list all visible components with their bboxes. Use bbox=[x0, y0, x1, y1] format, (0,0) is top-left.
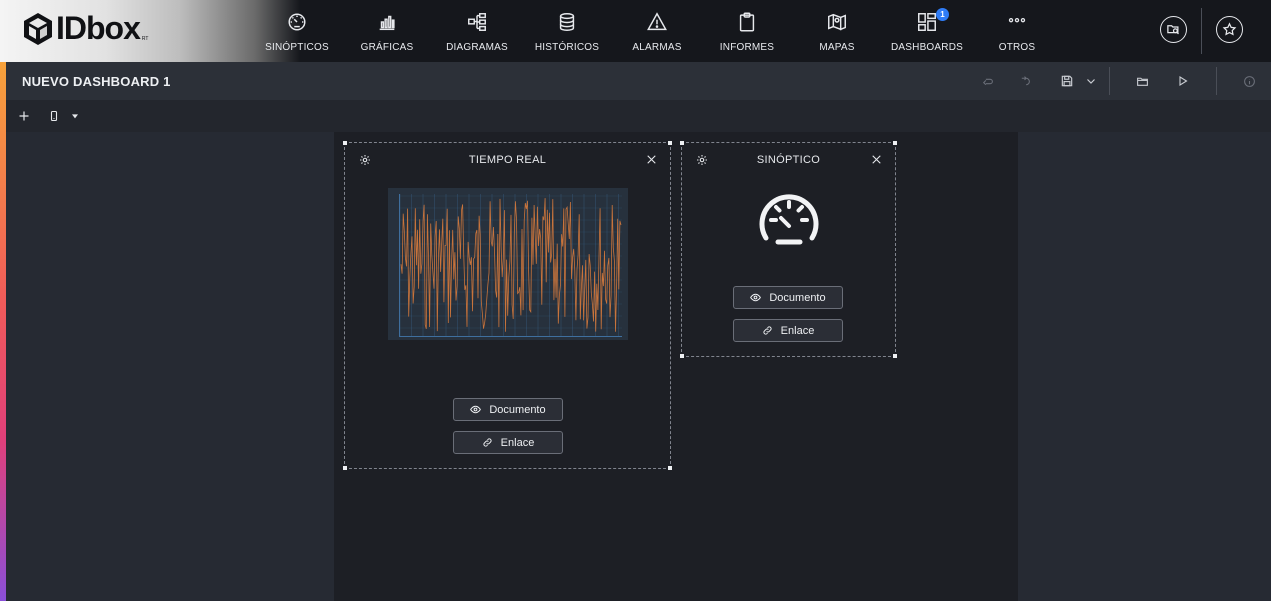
document-button[interactable]: Documento bbox=[453, 398, 563, 421]
nav-label: DASHBOARDS bbox=[890, 42, 963, 53]
widget-title: SINÓPTICO bbox=[756, 154, 821, 166]
open-folder-button[interactable] bbox=[1134, 73, 1150, 89]
widget-realtime[interactable]: TIEMPO REAL Documento Enlace bbox=[343, 141, 672, 470]
search-folder-icon bbox=[1167, 25, 1179, 35]
device-dropdown[interactable] bbox=[67, 108, 83, 124]
save-button[interactable] bbox=[1059, 73, 1075, 89]
resize-handle[interactable] bbox=[343, 466, 347, 470]
widget-synoptic[interactable]: SINÓPTICO Documento Enlace bbox=[680, 141, 897, 358]
undo-button[interactable] bbox=[979, 73, 995, 89]
dashboard-title: NUEVO DASHBOARD 1 bbox=[22, 74, 171, 89]
resize-handle[interactable] bbox=[680, 354, 684, 358]
caret-down-icon bbox=[72, 114, 78, 119]
link-button[interactable]: Enlace bbox=[453, 431, 563, 454]
save-options-dropdown[interactable] bbox=[1083, 73, 1099, 89]
undo-icon bbox=[982, 78, 993, 85]
speedometer-icon bbox=[288, 13, 306, 31]
chart-x-axis bbox=[400, 336, 622, 337]
nav-label: OTROS bbox=[998, 42, 1036, 53]
nav-item-sinopticos[interactable]: SINÓPTICOS bbox=[262, 0, 332, 62]
play-button[interactable] bbox=[1175, 73, 1191, 89]
resize-handle[interactable] bbox=[680, 141, 684, 145]
link-icon bbox=[763, 326, 772, 335]
clipboard-icon bbox=[739, 12, 755, 32]
nav-item-dashboards[interactable]: 1 DASHBOARDS bbox=[887, 0, 967, 62]
dashboard-header-bar: NUEVO DASHBOARD 1 bbox=[6, 62, 1271, 100]
widget-title: TIEMPO REAL bbox=[468, 154, 547, 166]
header-divider bbox=[1201, 8, 1202, 54]
link-button[interactable]: Enlace bbox=[733, 319, 843, 342]
resize-handle[interactable] bbox=[343, 141, 347, 145]
main-nav: SINÓPTICOS GRÁFICAS DIAGRAMAS HISTÓRICOS… bbox=[0, 0, 1271, 62]
toolbar-divider bbox=[1216, 67, 1217, 95]
redo-button[interactable] bbox=[1016, 73, 1032, 89]
bar-chart-icon bbox=[379, 15, 395, 31]
warning-icon bbox=[647, 12, 667, 31]
canvas-toolbar bbox=[6, 100, 1271, 132]
accent-side-bar bbox=[0, 62, 6, 601]
toolbar-divider bbox=[1109, 67, 1110, 95]
chevron-down-icon bbox=[1087, 79, 1095, 84]
resize-handle[interactable] bbox=[668, 141, 672, 145]
favorites-button[interactable] bbox=[1216, 16, 1243, 43]
nav-item-informes[interactable]: INFORMES bbox=[712, 0, 782, 62]
close-icon[interactable] bbox=[870, 153, 883, 166]
resize-handle[interactable] bbox=[893, 354, 897, 358]
mobile-device-icon bbox=[50, 110, 58, 122]
nav-item-graficas[interactable]: GRÁFICAS bbox=[352, 0, 422, 62]
dashboard-canvas: TIEMPO REAL Documento Enlace SINÓPTICO D… bbox=[334, 132, 1018, 601]
nav-label: HISTÓRICOS bbox=[534, 42, 600, 53]
star-icon bbox=[1222, 22, 1237, 36]
link-button-label: Enlace bbox=[500, 436, 535, 449]
database-icon bbox=[559, 13, 575, 31]
chart-y-axis bbox=[399, 194, 400, 337]
dashboard-grid-icon bbox=[918, 13, 936, 31]
search-documents-button[interactable] bbox=[1160, 16, 1187, 43]
document-button-label: Documento bbox=[489, 403, 546, 416]
dashboards-count-badge: 1 bbox=[936, 8, 949, 21]
realtime-chart-thumbnail bbox=[388, 188, 628, 340]
info-button[interactable] bbox=[1241, 73, 1257, 89]
speedometer-icon bbox=[759, 194, 819, 245]
nav-label: SINÓPTICOS bbox=[265, 42, 329, 53]
more-dots-icon bbox=[1008, 17, 1026, 23]
close-icon[interactable] bbox=[645, 153, 658, 166]
diagram-tree-icon bbox=[468, 13, 486, 31]
map-icon bbox=[828, 13, 846, 31]
nav-label: GRÁFICAS bbox=[360, 42, 414, 53]
nav-label: ALARMAS bbox=[632, 42, 682, 53]
link-icon bbox=[483, 438, 492, 447]
redo-icon bbox=[1021, 75, 1030, 85]
save-icon bbox=[1061, 75, 1073, 87]
nav-label: DIAGRAMAS bbox=[446, 42, 508, 53]
info-icon bbox=[1243, 75, 1255, 87]
document-button[interactable]: Documento bbox=[733, 286, 843, 309]
nav-label: INFORMES bbox=[719, 42, 775, 53]
resize-handle[interactable] bbox=[668, 466, 672, 470]
nav-label: MAPAS bbox=[819, 42, 855, 53]
nav-item-historicos[interactable]: HISTÓRICOS bbox=[532, 0, 602, 62]
nav-item-mapas[interactable]: MAPAS bbox=[802, 0, 872, 62]
device-preview-button[interactable] bbox=[46, 108, 62, 124]
resize-handle[interactable] bbox=[893, 141, 897, 145]
play-icon bbox=[1179, 76, 1188, 86]
nav-item-otros[interactable]: OTROS bbox=[982, 0, 1052, 62]
eye-icon bbox=[470, 405, 482, 414]
top-navigation-bar: IDbox RT SINÓPTICOS GRÁFICAS DIAGRAMAS H… bbox=[0, 0, 1271, 62]
nav-item-alarmas[interactable]: ALARMAS bbox=[622, 0, 692, 62]
add-widget-button[interactable] bbox=[16, 108, 32, 124]
plus-icon bbox=[19, 111, 29, 121]
document-button-label: Documento bbox=[769, 291, 826, 304]
nav-item-diagramas[interactable]: DIAGRAMAS bbox=[442, 0, 512, 62]
link-button-label: Enlace bbox=[780, 324, 815, 337]
eye-icon bbox=[750, 293, 762, 302]
folder-icon bbox=[1136, 77, 1148, 86]
